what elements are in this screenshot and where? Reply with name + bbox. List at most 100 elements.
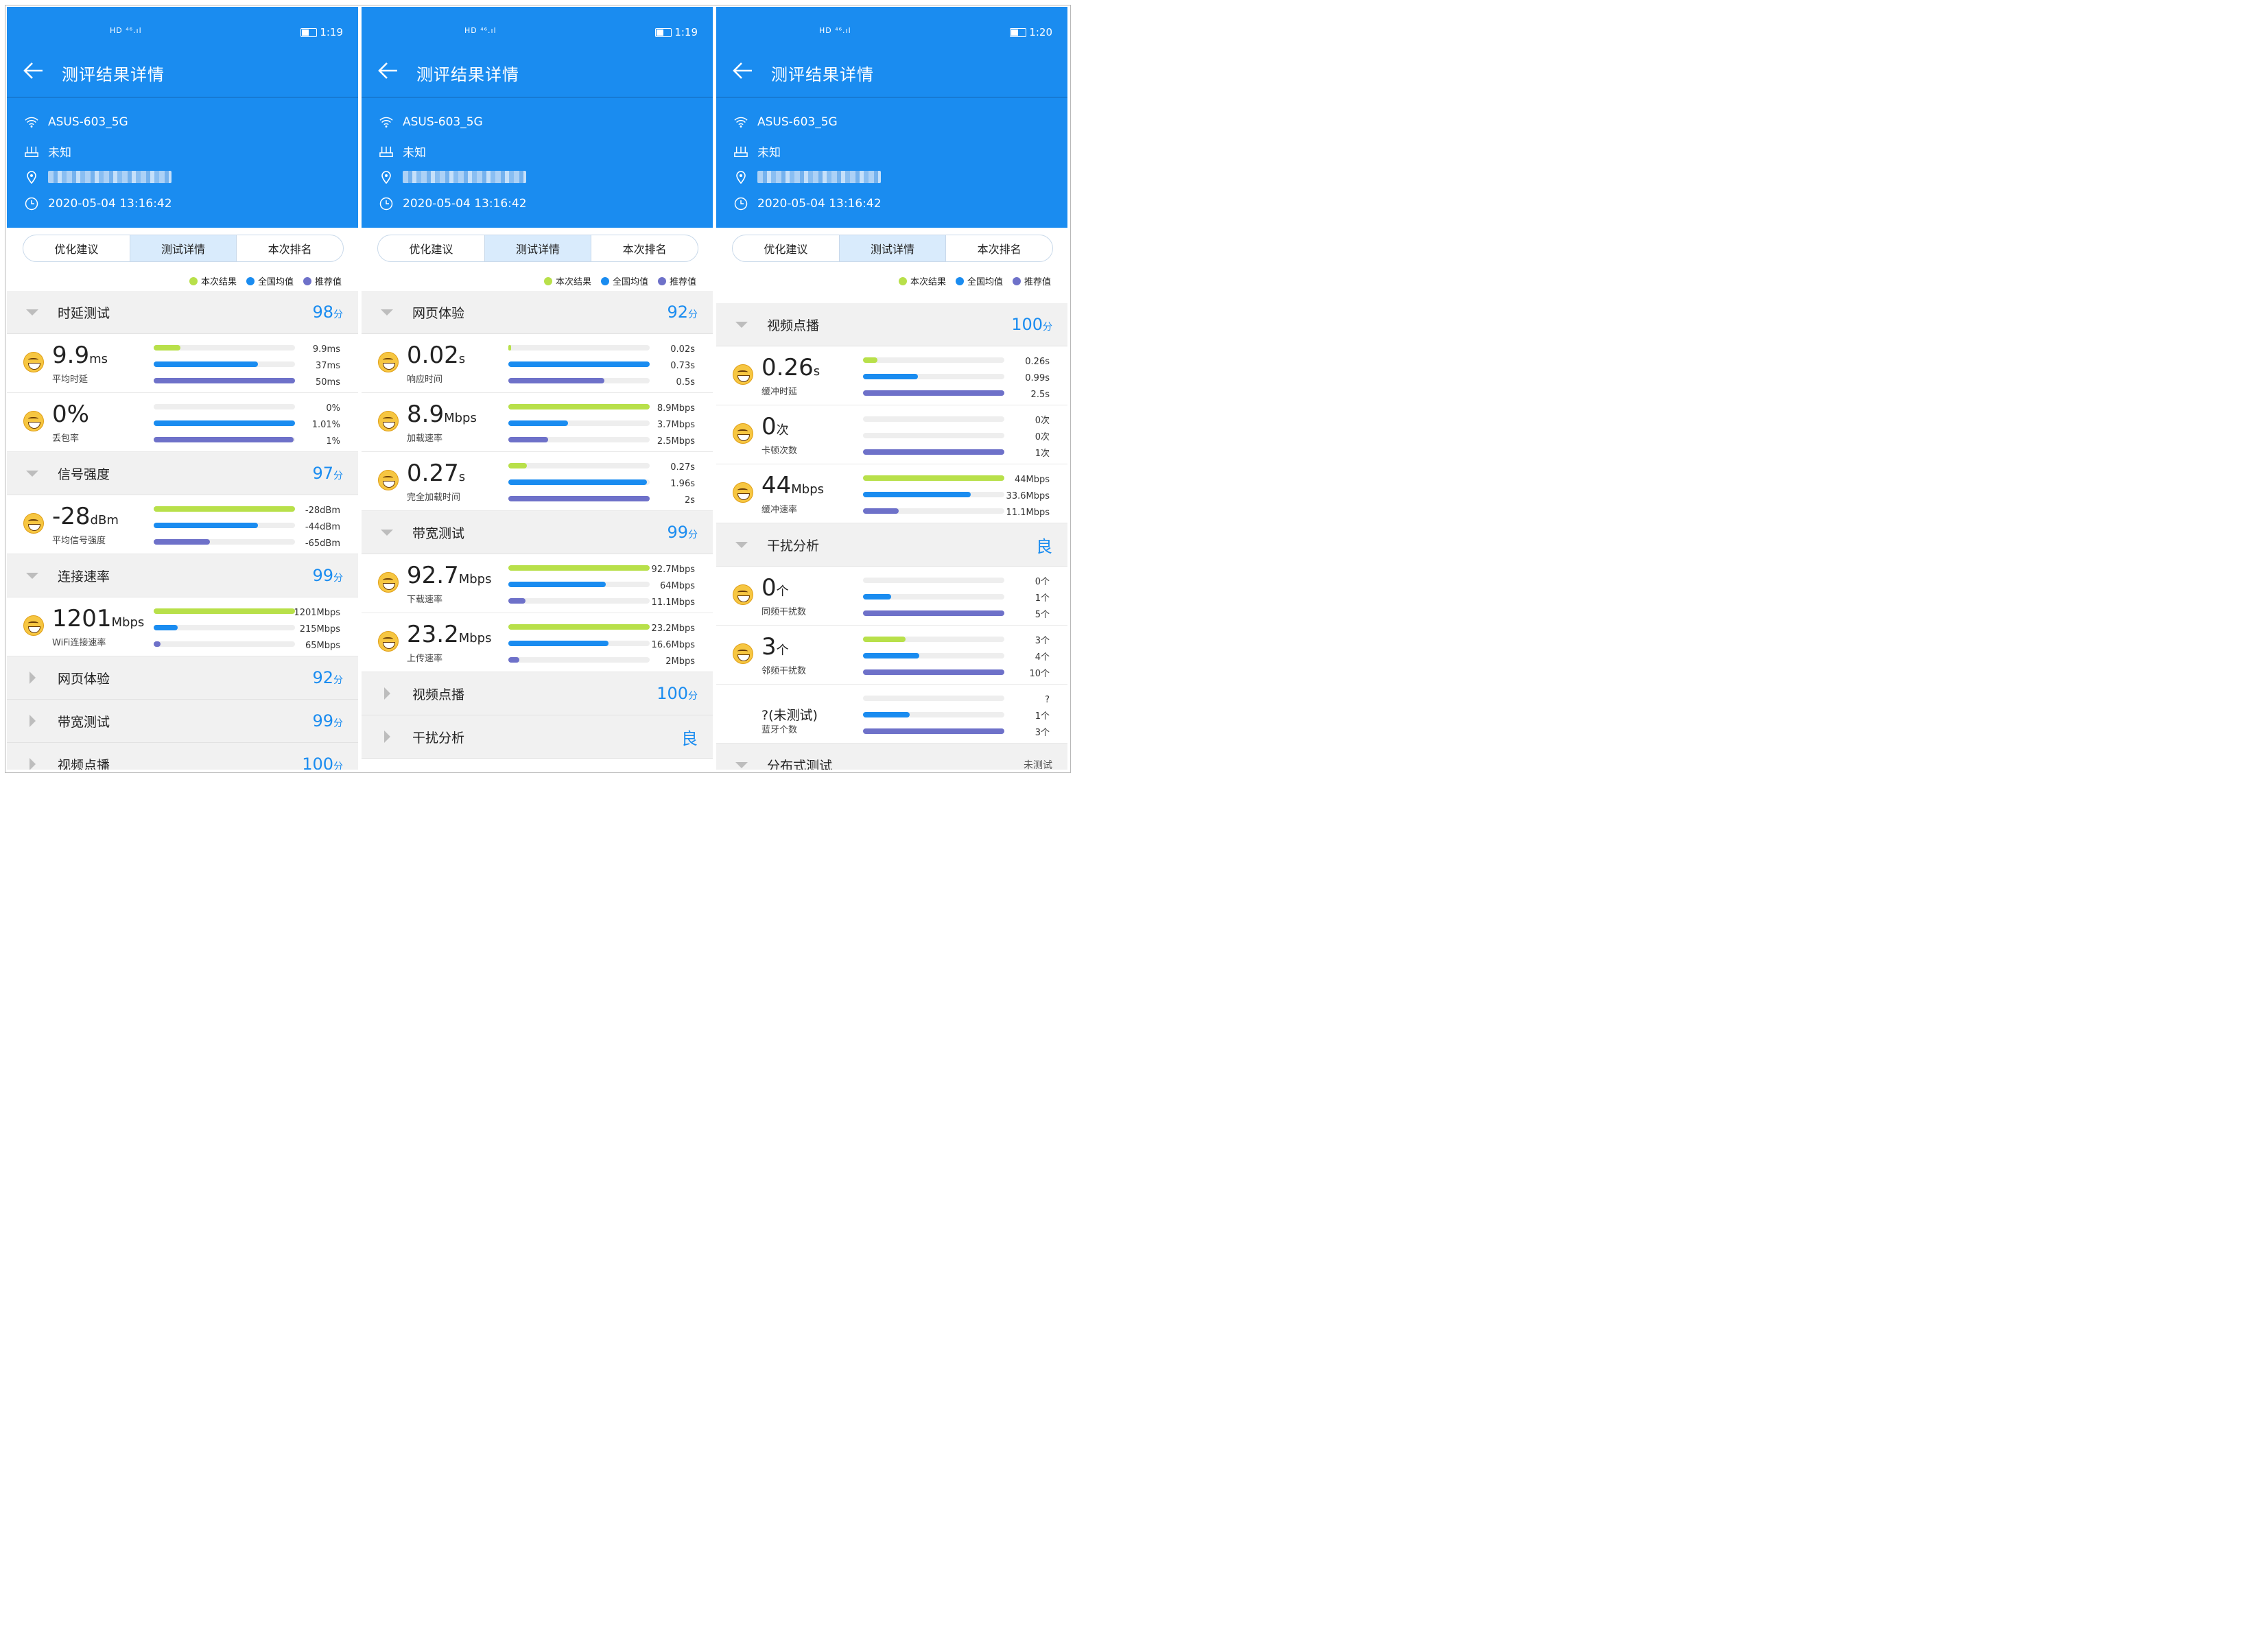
- ssid-text: ASUS-603_5G: [757, 115, 838, 129]
- comparison-bars: [863, 578, 1004, 627]
- value-national-avg: 16.6Mbps: [651, 640, 695, 650]
- collapse-icon[interactable]: [362, 529, 412, 536]
- bar-fill: [863, 492, 971, 497]
- section-title: 视频点播: [767, 318, 820, 333]
- triangle-down-icon: [735, 761, 748, 768]
- comparison-bars: [863, 357, 1004, 407]
- bar-fill: [508, 345, 512, 351]
- bar-fill: [154, 345, 181, 351]
- tab-ranking[interactable]: 本次排名: [591, 235, 698, 261]
- collapse-icon[interactable]: [716, 541, 767, 548]
- comparison-bars: [508, 345, 650, 394]
- app-bar: 测评结果详情: [378, 59, 713, 86]
- expand-icon[interactable]: [7, 672, 58, 684]
- tab-ranking[interactable]: 本次排名: [237, 235, 343, 261]
- bar-national-avg: [154, 523, 295, 528]
- bar-national-avg: [508, 479, 650, 485]
- collapse-icon[interactable]: [7, 309, 58, 316]
- legend-national-avg-label: 全国均值: [612, 277, 648, 287]
- collapse-icon[interactable]: [7, 470, 58, 477]
- battery-time: 1:19: [655, 26, 698, 38]
- bar-fill: [863, 374, 919, 379]
- value-this-result: 92.7Mbps: [651, 565, 695, 575]
- section-header[interactable]: 带宽测试 99分: [362, 511, 713, 554]
- metric-row: 44Mbps 缓冲速率 44Mbps 33.6Mbps 11.1Mbps: [716, 464, 1067, 523]
- grinning-face-icon: [378, 572, 399, 593]
- triangle-right-icon: [383, 731, 390, 743]
- section-header[interactable]: 视频点播 100分: [362, 672, 713, 715]
- bar-fill: [863, 637, 906, 642]
- tab-details[interactable]: 测试详情: [484, 235, 592, 261]
- metric-label: 丢包率: [52, 434, 80, 444]
- bar-national-avg: [508, 361, 650, 367]
- expand-icon[interactable]: [362, 687, 412, 700]
- section-header[interactable]: 网页体验 92分: [362, 291, 713, 334]
- section-header[interactable]: 连接速率 99分: [7, 554, 358, 597]
- metric-unit: Mbps: [111, 615, 145, 630]
- value-recommended: 1次: [1035, 449, 1050, 459]
- blurred-location: [757, 171, 881, 183]
- section-header[interactable]: 信号强度 97分: [7, 452, 358, 495]
- tab-ranking[interactable]: 本次排名: [946, 235, 1052, 261]
- legend-recommended-dot: [657, 277, 666, 285]
- bar-fill: [508, 582, 606, 587]
- section-header[interactable]: 视频点播 100分: [7, 743, 358, 770]
- metric-label: 平均时延: [52, 375, 88, 385]
- metric-unit: ms: [89, 352, 108, 366]
- bar-recommended: [154, 641, 295, 647]
- collapse-icon[interactable]: [362, 309, 412, 316]
- section-header[interactable]: 时延测试 98分: [7, 291, 358, 334]
- back-arrow-icon[interactable]: [378, 61, 399, 85]
- bar-fill: [154, 506, 295, 512]
- metric-label: 缓冲时延: [761, 387, 798, 397]
- bar-fill: [508, 420, 568, 426]
- value-national-avg: -44dBm: [305, 522, 340, 532]
- section-header[interactable]: 视频点播 100分: [716, 303, 1067, 346]
- router-text: 未知: [757, 146, 781, 160]
- value-national-avg: 0.73s: [670, 361, 695, 371]
- triangle-down-icon: [26, 470, 38, 477]
- grinning-face-icon: [23, 352, 44, 372]
- tab-suggestions[interactable]: 优化建议: [23, 235, 130, 261]
- metric-unit: Mbps: [458, 631, 492, 645]
- section-score: 100分: [1011, 315, 1052, 334]
- section-title: 视频点播: [412, 687, 465, 702]
- tab-details[interactable]: 测试详情: [839, 235, 947, 261]
- tab-suggestions[interactable]: 优化建议: [733, 235, 840, 261]
- metric-label: 缓冲速率: [761, 505, 798, 515]
- value-recommended: 2.5s: [1030, 390, 1050, 400]
- section-header[interactable]: 干扰分析 良: [362, 715, 713, 759]
- legend-national-avg-dot: [955, 277, 964, 285]
- metric-unit: s: [458, 352, 466, 366]
- collapse-icon[interactable]: [716, 321, 767, 328]
- back-arrow-icon[interactable]: [23, 61, 44, 85]
- signal-icons: HD ⁴⁶.ıl: [819, 26, 851, 35]
- section-header[interactable]: 网页体验 92分: [7, 656, 358, 700]
- bar-recommended: [154, 437, 295, 442]
- metric-value: 0次: [761, 413, 789, 440]
- back-arrow-icon[interactable]: [733, 61, 753, 85]
- bar-values: 0.26s 0.99s 2.5s: [1025, 354, 1050, 403]
- section-header[interactable]: 带宽测试 99分: [7, 700, 358, 743]
- bar-fill: [863, 594, 892, 600]
- location-pin-icon: [379, 170, 393, 184]
- location-row: [734, 170, 881, 184]
- value-national-avg: 3.7Mbps: [657, 420, 695, 430]
- section-title: 连接速率: [58, 569, 110, 584]
- value-recommended: 11.1Mbps: [651, 597, 695, 608]
- section-header[interactable]: 干扰分析 良: [716, 523, 1067, 567]
- bar-recommended: [863, 449, 1004, 455]
- legend-this-result-dot: [189, 277, 198, 285]
- tab-details[interactable]: 测试详情: [130, 235, 237, 261]
- tab-suggestions[interactable]: 优化建议: [378, 235, 485, 261]
- expand-icon[interactable]: [7, 758, 58, 770]
- wifi-icon: [379, 115, 393, 129]
- value-this-result: 1201Mbps: [294, 608, 340, 618]
- ssid-row: ASUS-603_5G: [25, 115, 128, 129]
- collapse-icon[interactable]: [716, 761, 767, 768]
- collapse-icon[interactable]: [7, 572, 58, 579]
- bar-fill: [508, 437, 548, 442]
- expand-icon[interactable]: [362, 731, 412, 743]
- section-header[interactable]: 分布式测试 未测试: [716, 744, 1067, 770]
- expand-icon[interactable]: [7, 715, 58, 727]
